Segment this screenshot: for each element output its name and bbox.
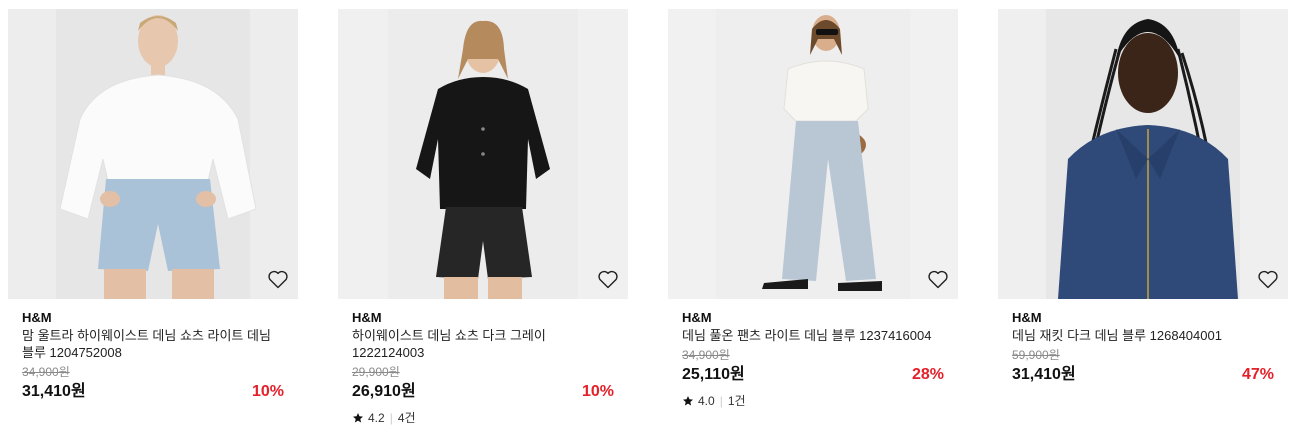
sale-price: 25,110원 bbox=[682, 366, 745, 383]
sale-price: 31,410원 bbox=[22, 383, 86, 400]
review-count: 4건 bbox=[397, 411, 416, 425]
wishlist-heart-icon[interactable] bbox=[926, 267, 950, 291]
rating-row: 4.2 | 4건 bbox=[352, 409, 614, 426]
wishlist-heart-icon[interactable] bbox=[1256, 267, 1280, 291]
product-name[interactable]: 데님 재킷 다크 데님 블루 1268404001 bbox=[1012, 327, 1274, 344]
discount-rate: 28% bbox=[911, 366, 944, 383]
review-count: 1건 bbox=[727, 394, 746, 408]
original-price: 34,900원 bbox=[682, 348, 730, 362]
product-card[interactable]: H&M 데님 풀온 팬츠 라이트 데님 블루 1237416004 34,900… bbox=[668, 9, 958, 409]
product-name[interactable]: 하이웨이스트 데님 쇼츠 다크 그레이 1222124003 bbox=[352, 327, 614, 361]
discount-rate: 10% bbox=[251, 383, 284, 400]
product-card[interactable]: H&M 하이웨이스트 데님 쇼츠 다크 그레이 1222124003 29,90… bbox=[338, 9, 628, 426]
product-photo bbox=[668, 9, 958, 299]
product-photo bbox=[338, 9, 628, 299]
wishlist-heart-icon[interactable] bbox=[266, 267, 290, 291]
rating-row: 4.0 | 1건 bbox=[682, 392, 944, 409]
star-icon bbox=[683, 395, 693, 405]
product-name[interactable]: 데님 풀온 팬츠 라이트 데님 블루 1237416004 bbox=[682, 327, 944, 344]
rating-value: 4.0 bbox=[698, 393, 715, 408]
product-photo bbox=[8, 9, 298, 299]
discount-rate: 10% bbox=[581, 383, 614, 400]
brand-name: H&M bbox=[1012, 310, 1042, 325]
product-image[interactable] bbox=[338, 9, 628, 299]
rating-divider: | bbox=[389, 410, 393, 425]
product-photo bbox=[998, 9, 1288, 299]
brand-name: H&M bbox=[352, 310, 382, 325]
sale-price: 26,910원 bbox=[352, 383, 416, 400]
star-icon bbox=[353, 412, 363, 422]
brand-name: H&M bbox=[22, 310, 52, 325]
product-grid: H&M 맘 울트라 하이웨이스트 데님 쇼츠 라이트 데님 블루 1204752… bbox=[0, 0, 1299, 431]
original-price: 34,900원 bbox=[22, 365, 70, 379]
product-image[interactable] bbox=[668, 9, 958, 299]
discount-rate: 47% bbox=[1241, 366, 1274, 383]
product-name[interactable]: 맘 울트라 하이웨이스트 데님 쇼츠 라이트 데님 블루 1204752008 bbox=[22, 327, 284, 361]
brand-name: H&M bbox=[682, 310, 712, 325]
sale-price: 31,410원 bbox=[1012, 366, 1076, 383]
rating-value: 4.2 bbox=[368, 410, 385, 425]
product-card[interactable]: H&M 데님 재킷 다크 데님 블루 1268404001 59,900원 31… bbox=[998, 9, 1288, 386]
original-price: 29,900원 bbox=[352, 365, 400, 379]
wishlist-heart-icon[interactable] bbox=[596, 267, 620, 291]
product-card[interactable]: H&M 맘 울트라 하이웨이스트 데님 쇼츠 라이트 데님 블루 1204752… bbox=[8, 9, 298, 403]
product-image[interactable] bbox=[998, 9, 1288, 299]
rating-divider: | bbox=[719, 393, 723, 408]
product-image[interactable] bbox=[8, 9, 298, 299]
original-price: 59,900원 bbox=[1012, 348, 1060, 362]
